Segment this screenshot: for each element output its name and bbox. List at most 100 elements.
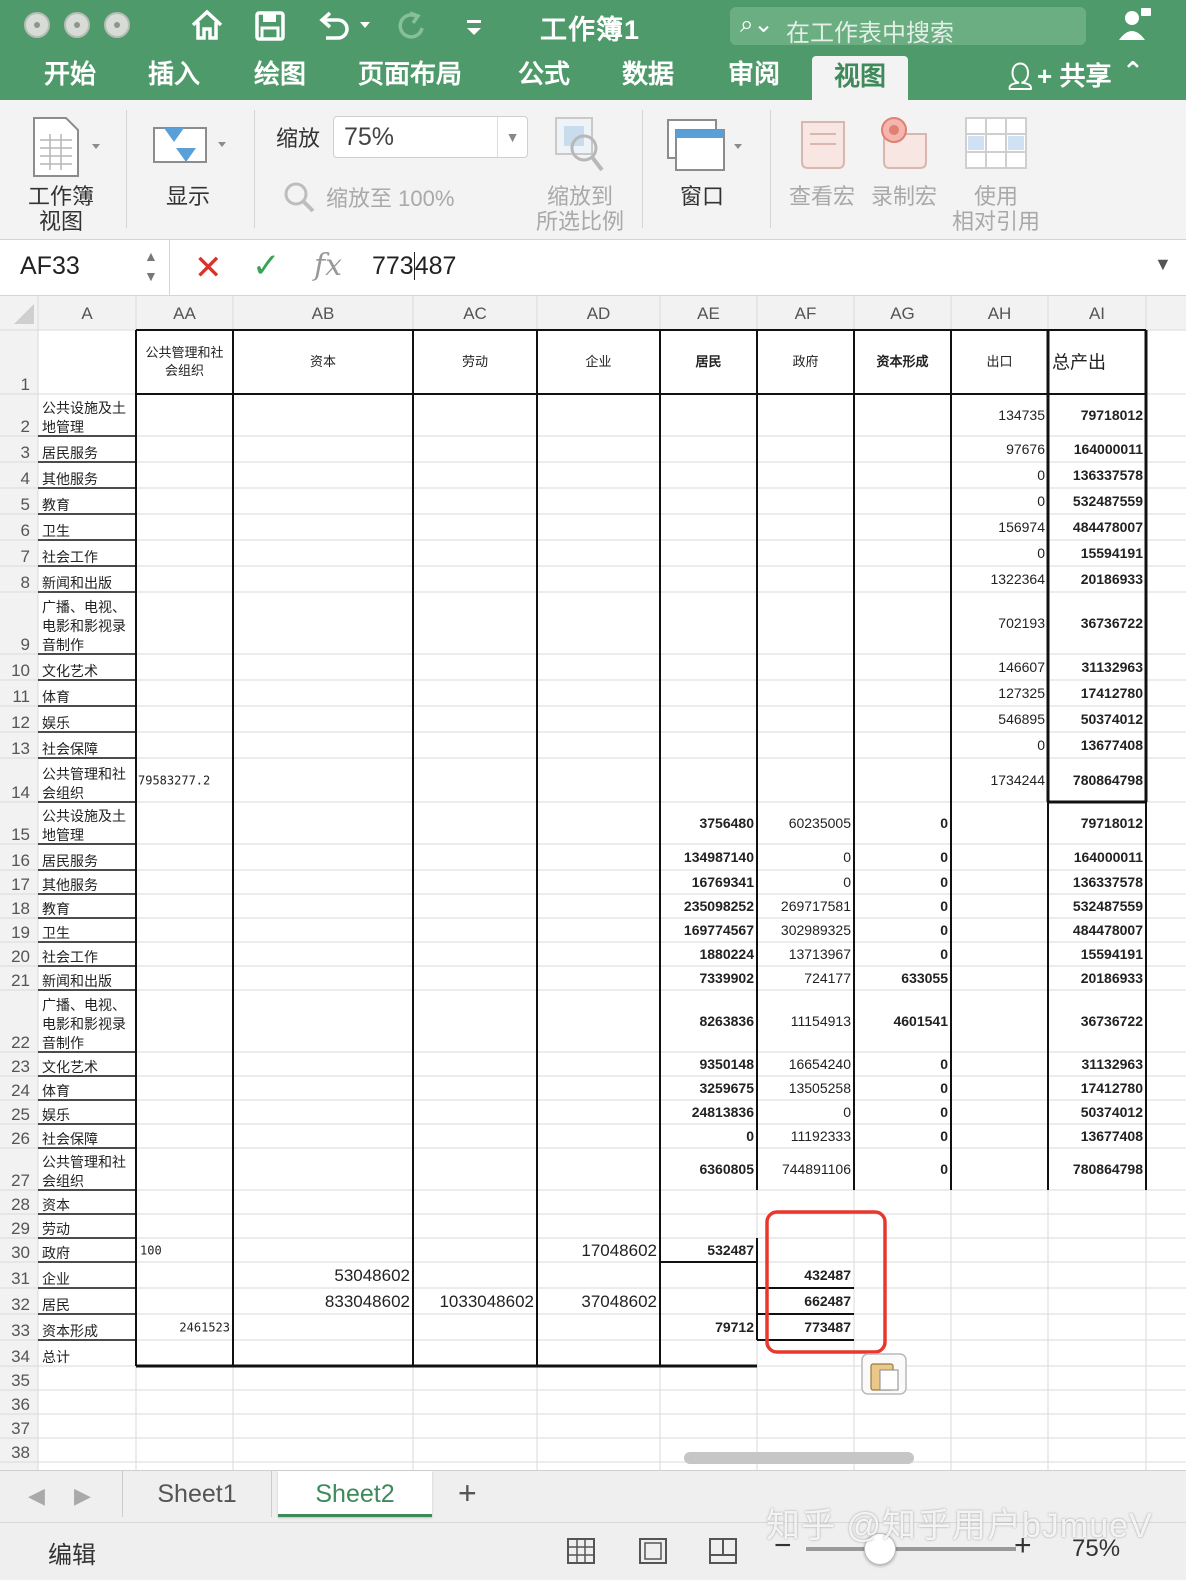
tab-formulas[interactable]: 公式 [518,56,570,100]
close-window-button[interactable] [24,12,50,38]
row-header-6[interactable]: 6 [21,521,30,540]
sheet-tab-sheet1[interactable]: Sheet1 [122,1471,272,1517]
cell-ac1[interactable]: 劳动 [462,354,488,370]
cell-a30[interactable]: 政府 [42,1246,70,1262]
cell-a22[interactable]: 音制作 [42,1035,84,1052]
cell-ae19[interactable]: 169774567 [684,922,754,938]
cell-a12[interactable]: 娱乐 [42,716,70,732]
row-header-30[interactable]: 30 [11,1243,30,1262]
cell-ad32[interactable]: 37048602 [581,1292,657,1311]
cell-ag27[interactable]: 0 [940,1161,948,1177]
cell-ai19[interactable]: 484478007 [1073,922,1143,938]
cell-ai24[interactable]: 17412780 [1081,1080,1144,1096]
cell-ah9[interactable]: 702193 [998,615,1045,631]
row-header-31[interactable]: 31 [11,1269,30,1288]
cell-a4[interactable]: 其他服务 [42,472,98,488]
chevron-down-icon[interactable]: ▼ [497,117,527,157]
cell-ad30[interactable]: 17048602 [581,1241,657,1260]
row-header-17[interactable]: 17 [11,875,30,894]
cell-ah2[interactable]: 134735 [998,407,1045,423]
cell-ae26[interactable]: 0 [746,1128,754,1144]
row-header-12[interactable]: 12 [11,713,30,732]
cell-a13[interactable]: 社会保障 [42,742,98,758]
row-header-9[interactable]: 9 [21,635,30,654]
row-header-23[interactable]: 23 [11,1057,30,1076]
zoom-to-selection-icon[interactable] [554,114,606,174]
cell-ah6[interactable]: 156974 [998,519,1045,535]
cell-ae20[interactable]: 1880224 [699,946,754,962]
row-header-26[interactable]: 26 [11,1129,30,1148]
cell-ai20[interactable]: 15594191 [1081,946,1144,962]
sheet-search-box[interactable]: ⌕⌄ 在工作表中搜索 [730,7,1086,47]
column-header-af[interactable]: AF [795,304,817,323]
cell-af33[interactable]: 773487 [804,1319,851,1335]
cell-ai12[interactable]: 50374012 [1081,711,1144,727]
cell-a29[interactable]: 劳动 [42,1222,70,1238]
cell-ae30[interactable]: 532487 [707,1242,754,1258]
cell-ag18[interactable]: 0 [940,898,948,914]
cell-a34[interactable]: 总计 [42,1350,70,1366]
cell-ah12[interactable]: 546895 [998,711,1045,727]
cell-ai14[interactable]: 780864798 [1073,772,1143,788]
cell-af15[interactable]: 60235005 [789,815,852,831]
row-header-21[interactable]: 21 [11,971,30,990]
prev-sheet-icon[interactable]: ◀ [28,1483,45,1509]
cell-a27[interactable]: 公共管理和社 [42,1155,126,1171]
cell-aa14[interactable]: 79583277.2 [138,773,210,787]
cancel-icon[interactable]: ✕ [194,248,223,288]
cell-ag1[interactable]: 资本形成 [876,354,928,370]
cell-af26[interactable]: 11192333 [791,1128,851,1144]
cell-ai17[interactable]: 136337578 [1073,874,1143,890]
row-header-13[interactable]: 13 [11,739,30,758]
tab-review[interactable]: 审阅 [728,56,780,100]
cell-a18[interactable]: 教育 [42,902,70,918]
window-icon[interactable] [664,116,748,176]
expand-formula-bar-icon[interactable]: ▼ [1154,254,1172,275]
row-header-28[interactable]: 28 [11,1195,30,1214]
cell-a14[interactable]: 公共管理和社 [42,767,126,783]
cell-a2[interactable]: 公共设施及土 [42,401,126,417]
row-header-36[interactable]: 36 [11,1395,30,1414]
save-icon[interactable] [254,10,286,42]
cell-a27[interactable]: 会组织 [42,1174,84,1190]
cell-ah11[interactable]: 127325 [998,685,1045,701]
cell-af16[interactable]: 0 [843,849,851,865]
tab-home[interactable]: 开始 [44,56,96,100]
cell-ae24[interactable]: 3259675 [699,1080,754,1096]
row-header-38[interactable]: 38 [11,1443,30,1462]
cell-ae15[interactable]: 3756480 [699,815,754,831]
horizontal-scrollbar[interactable] [684,1452,914,1464]
cell-aa33[interactable]: 2461523 [179,1320,230,1334]
cell-a2[interactable]: 地管理 [42,420,84,436]
column-header-ab[interactable]: AB [312,304,335,323]
cell-ac32[interactable]: 1033048602 [439,1292,534,1311]
column-header-aa[interactable]: AA [173,304,196,323]
cell-a25[interactable]: 娱乐 [42,1108,70,1124]
cell-ag16[interactable]: 0 [940,849,948,865]
row-header-33[interactable]: 33 [11,1321,30,1340]
cell-ai9[interactable]: 36736722 [1081,615,1144,631]
row-header-18[interactable]: 18 [11,899,30,918]
cell-a23[interactable]: 文化艺术 [42,1060,98,1076]
cell-ai11[interactable]: 17412780 [1081,685,1144,701]
cell-ah8[interactable]: 1322364 [990,571,1045,587]
row-header-22[interactable]: 22 [11,1033,30,1052]
cell-a28[interactable]: 资本 [42,1198,70,1214]
cell-grid-canvas[interactable]: A AA AB AC AD AE AF AG AH AI1公共管理和社会组织资本 劳动 企业 居民 政府资… [0,296,1186,1470]
cell-a33[interactable]: 资本形成 [42,1324,98,1340]
cell-ai18[interactable]: 532487559 [1073,898,1143,914]
cell-ae17[interactable]: 16769341 [692,874,755,890]
cell-a14[interactable]: 会组织 [42,786,84,802]
formula-input[interactable]: 773487 [372,252,456,281]
cell-a9[interactable]: 广播、电视、 [42,600,126,616]
home-icon[interactable] [190,8,224,42]
column-header-ac[interactable]: AC [463,304,487,323]
row-header-24[interactable]: 24 [11,1081,30,1100]
cell-ag26[interactable]: 0 [940,1128,948,1144]
tab-page-layout[interactable]: 页面布局 [358,56,462,100]
cell-ah14[interactable]: 1734244 [990,772,1045,788]
tab-insert[interactable]: 插入 [148,56,200,100]
cell-aa1[interactable]: 公共管理和社 [145,345,223,361]
cell-ah13[interactable]: 0 [1037,737,1045,753]
column-header-ad[interactable]: AD [587,304,611,323]
